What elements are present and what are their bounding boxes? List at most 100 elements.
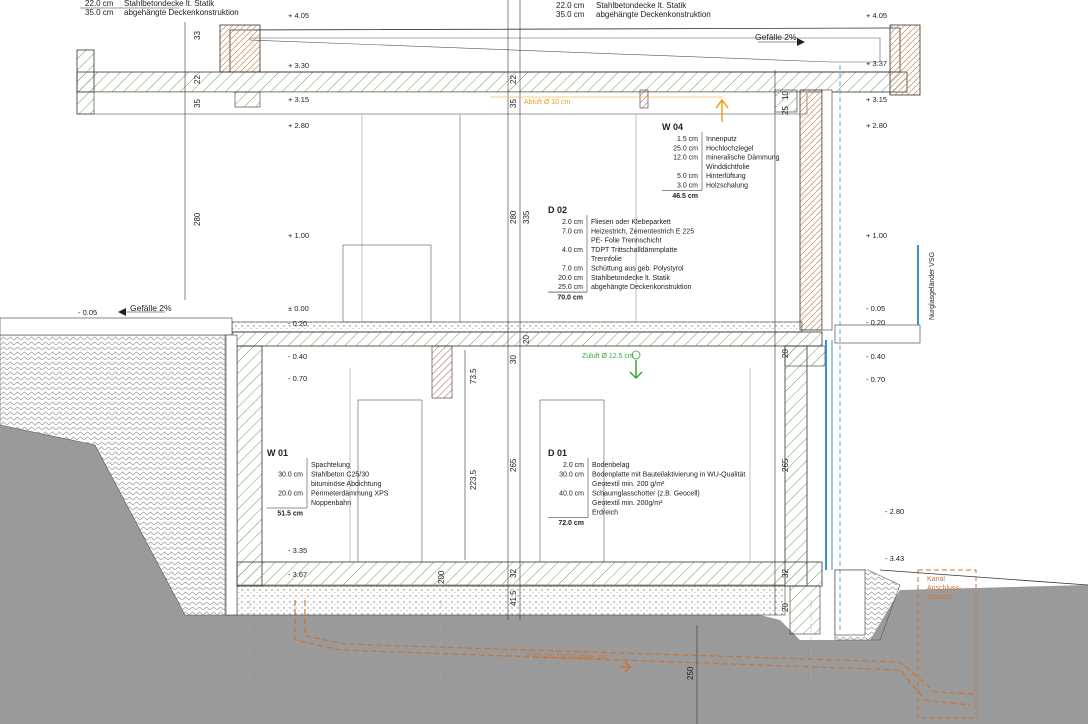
w01-row-text: bituminöse Abdichtung	[311, 481, 382, 488]
w01-row-value: 30.0 cm	[278, 472, 303, 479]
w01-row-text: Perimeterdämmung XPS	[311, 491, 389, 498]
d02-title: D 02	[548, 205, 567, 215]
d02-row-text: Schüttung aus geb. Polystyrol	[591, 266, 684, 273]
d02-row-text: Stahlbetondecke lt. Statik	[591, 275, 670, 282]
lightwell-wall	[834, 569, 866, 636]
dim-left-35: 35	[193, 99, 202, 108]
level-low-ceil-right: - 0.70	[866, 375, 885, 384]
legend-d02: D 02 2.0 cm Fliesen oder Klebeparkett 7.0 c…	[548, 205, 694, 301]
header-left-line1-text: Stahlbetondecke lt. Statik	[124, 0, 215, 8]
exhaust-label: Abluft Ø 10 cm	[524, 99, 570, 106]
facade-wall-right	[799, 89, 823, 331]
level-ceiling-left: + 3.15	[288, 95, 309, 104]
d01-title: D 01	[548, 448, 567, 458]
legend-w04: W 04 1.5 cm Innenputz 25.0 cm Hochlochziegel…	[662, 122, 780, 200]
supply-arrow-icon	[629, 360, 643, 380]
section-drawing: 22.0 cm Stahlbetondecke lt. Statik 35.0 …	[0, 0, 1088, 724]
basement-wall-left	[236, 345, 263, 587]
header-center-line2-text: abgehängte Deckenkonstruktion	[596, 10, 711, 19]
axis-c-label: C	[806, 688, 815, 703]
level-soffit-right: + 2.80	[866, 121, 887, 130]
d02-total: 70.0 cm	[557, 294, 583, 301]
w04-row-text: Innenputz	[706, 136, 737, 143]
dim-right-25: 25	[781, 106, 790, 115]
header-left-line2-value: 35.0 cm	[85, 8, 114, 17]
terrain-right	[879, 569, 1088, 586]
level-low-ceil-left: - 0.70	[288, 374, 307, 383]
level-rail-left: + 1.00	[288, 231, 309, 240]
level-roof-mid-left: + 3.30	[288, 61, 309, 70]
d01-total: 72.0 cm	[558, 520, 584, 527]
level-floor-zero: ± 0.00	[288, 304, 309, 313]
dim-right-32: 32	[781, 569, 790, 578]
legend-w01: W 01 Spachtelung 30.0 cm Stahlbeton C25/30 b…	[267, 448, 389, 518]
dim-mid-20: 20	[522, 335, 531, 344]
w01-row-value: 20.0 cm	[278, 491, 303, 498]
basement-slab	[236, 561, 823, 587]
d01-row-text: Geotextil min. 200 g/m²	[592, 481, 665, 488]
w04-total: 46.5 cm	[672, 193, 698, 200]
dim-right-10: 10	[781, 91, 790, 100]
duct-box	[639, 89, 649, 109]
dim-mid-73-5: 73.5	[469, 368, 478, 384]
w01-title: W 01	[267, 448, 288, 458]
floor-screed-upper	[231, 321, 803, 333]
w04-row-value: 5.0 cm	[677, 173, 698, 180]
dim-mid-22: 22	[509, 75, 518, 84]
d02-row-value: 2.0 cm	[562, 219, 583, 226]
slope-label-left: Gefälle 2%	[130, 303, 172, 313]
dim-left-33: 33	[193, 31, 202, 40]
d02-row-text: PE- Folie Trennschicht	[591, 238, 661, 245]
w04-title: W 04	[662, 122, 683, 132]
d02-row-value: 7.0 cm	[562, 228, 583, 235]
roof-edge-left	[219, 24, 261, 73]
dim-mid-30: 30	[509, 355, 518, 364]
d02-row-text: Heizestrich, Zementestrich E 225	[591, 228, 694, 235]
d02-row-text: Fliesen oder Klebeparkett	[591, 219, 671, 226]
header-left-line1-value: 22.0 cm	[85, 0, 114, 8]
d02-row-value: 7.0 cm	[562, 266, 583, 273]
dim-mid-41-5: 41.5	[509, 590, 518, 606]
basement-column	[431, 345, 453, 399]
railing-label: Nurglasgeländer VSG	[929, 252, 936, 320]
header-center-line2-value: 35.0 cm	[556, 10, 585, 19]
terrace-slab-right	[834, 324, 921, 344]
supply-label: Zuluft Ø 12.5 cm	[582, 353, 634, 360]
inspection-label-3: schacht	[927, 594, 951, 601]
ceiling-beam-mid	[234, 91, 261, 108]
w01-total: 51.5 cm	[277, 511, 303, 518]
roof-insulation	[229, 27, 901, 73]
level-outside-280: - 2.80	[885, 507, 904, 516]
level-under-right: - 0.40	[866, 352, 885, 361]
w04-row-text: Hinterlüftung	[706, 173, 746, 180]
level-basement-floor: - 3.35	[288, 546, 307, 555]
w04-row-text: Holzschalung	[706, 183, 748, 190]
w04-row-value: 12.0 cm	[673, 155, 698, 162]
axis-a-label: A	[246, 688, 255, 703]
level-under-left: - 0.40	[288, 352, 307, 361]
d01-row-value: 2.0 cm	[563, 462, 584, 469]
w04-row-text: mineralische Dämmung	[706, 155, 780, 162]
dim-left-22: 22	[193, 75, 202, 84]
d01-row-text: Geotextil min. 200g/m²	[592, 500, 663, 507]
basement-beam-right	[784, 345, 826, 367]
w04-row-value: 3.0 cm	[677, 183, 698, 190]
basement-insulation-left	[225, 334, 238, 616]
d02-row-value: 4.0 cm	[562, 247, 583, 254]
w04-row-text: Hochlochziegel	[706, 145, 754, 152]
d02-row-text: abgehängte Deckenkonstruktion	[591, 284, 692, 291]
legend-d01: D 01 2.0 cm Bodenbelag 30.0 cm Bodenplatte m…	[548, 448, 745, 527]
inspection-label-1: Kanal	[927, 576, 945, 583]
suspended-ceiling	[76, 91, 808, 115]
header-left-line2-text: abgehängte Deckenkonstruktion	[124, 8, 239, 17]
inspection-label-2: Anschluss-	[927, 585, 962, 592]
dim-mid-32: 32	[509, 569, 518, 578]
level-ceiling-right: + 3.15	[866, 95, 887, 104]
w04-row-value: 25.0 cm	[673, 145, 698, 152]
dim-right-20b: 20	[781, 603, 790, 612]
dim-left-280: 280	[193, 212, 202, 226]
dim-right-20: 20	[781, 349, 790, 358]
foundation-right	[789, 585, 821, 635]
w01-row-text: Noppenbahn	[311, 500, 351, 507]
d01-row-value: 30.0 cm	[559, 472, 584, 479]
